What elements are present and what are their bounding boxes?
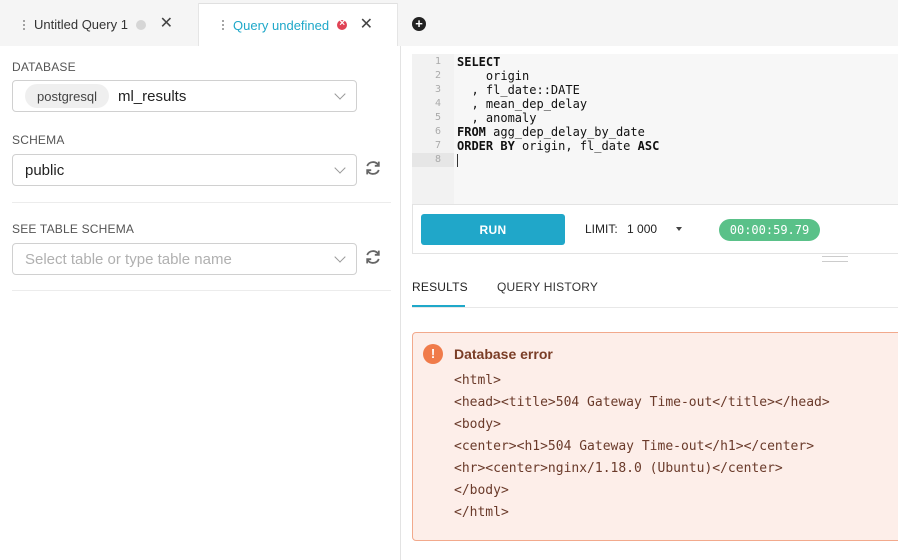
- tab-divider: [397, 3, 398, 46]
- caret-down-icon[interactable]: [676, 227, 682, 231]
- refresh-tables-icon[interactable]: [363, 247, 383, 267]
- schema-label: SCHEMA: [12, 133, 65, 147]
- line-number: 8: [412, 153, 454, 167]
- error-line: </body>: [454, 483, 509, 498]
- sql-keyword: SELECT: [457, 55, 501, 69]
- database-select[interactable]: postgresql ml_results: [12, 80, 357, 112]
- error-title: Database error: [454, 346, 553, 362]
- line-number: 4: [434, 98, 441, 109]
- drag-handle-icon[interactable]: [20, 19, 28, 30]
- tab-results[interactable]: RESULTS: [412, 280, 468, 307]
- query-timer: 00:00:59.79: [719, 219, 820, 241]
- sql-token: , mean_dep_delay: [457, 97, 588, 111]
- sql-token: , anomaly: [457, 111, 537, 125]
- sql-token: agg_dep_delay_by_date: [485, 125, 645, 139]
- line-number: 1: [434, 56, 441, 67]
- code-line: FROM agg_dep_delay_by_date: [457, 125, 659, 139]
- sql-token: origin, fl_date: [514, 139, 638, 153]
- error-message: <html> <head><title>504 Gateway Time-out…: [454, 370, 830, 524]
- line-number: 7: [434, 140, 441, 151]
- database-label: DATABASE: [12, 60, 76, 74]
- tab-title: Untitled Query 1: [34, 17, 128, 32]
- schema-value: public: [25, 161, 65, 179]
- error-line: <hr><center>nginx/1.18.0 (Ubuntu)</cente…: [454, 461, 783, 476]
- error-line: <head><title>504 Gateway Time-out</title…: [454, 395, 830, 410]
- close-tab-icon[interactable]: ✕: [160, 15, 173, 33]
- database-name: ml_results: [117, 87, 187, 105]
- divider: [12, 202, 391, 203]
- query-toolbar: RUN LIMIT: 1 000 00:00:59.79: [412, 204, 898, 254]
- line-number: 6: [434, 126, 441, 137]
- code-line: ORDER BY origin, fl_date ASC: [457, 139, 659, 153]
- sql-keyword: FROM: [457, 125, 486, 139]
- code-line: SELECT: [457, 55, 659, 69]
- sql-token: origin: [457, 69, 530, 83]
- limit-label: LIMIT:: [585, 222, 618, 236]
- sql-lab-left-panel: DATABASE postgresql ml_results SCHEMA pu…: [0, 46, 401, 560]
- status-dot-icon: [135, 19, 146, 30]
- line-number: 3: [434, 84, 441, 95]
- tab-query-history[interactable]: QUERY HISTORY: [497, 280, 598, 294]
- line-number: 2: [434, 70, 441, 81]
- divider: [12, 290, 391, 291]
- limit-value: 1 000: [627, 222, 658, 236]
- table-select[interactable]: Select table or type table name: [12, 243, 357, 275]
- error-line: <body>: [454, 417, 501, 432]
- sql-keyword: ASC: [637, 139, 660, 153]
- chevron-down-icon: [334, 251, 346, 263]
- code-line: , fl_date::DATE: [457, 83, 659, 97]
- query-tab-bar: Untitled Query 1 ✕ Query undefined ✕ +: [0, 0, 898, 46]
- close-tab-icon[interactable]: ✕: [360, 16, 373, 34]
- drag-handle-icon[interactable]: [219, 20, 227, 30]
- tab-query-undefined[interactable]: Query undefined ✕: [199, 3, 397, 46]
- database-engine-badge: postgresql: [25, 84, 109, 108]
- sql-code[interactable]: SELECT origin , fl_date::DATE , mean_dep…: [457, 55, 659, 167]
- sql-keyword: ORDER BY: [457, 139, 515, 153]
- tab-title: Query undefined: [233, 17, 330, 33]
- error-line: <center><h1>504 Gateway Time-out</h1></c…: [454, 439, 815, 454]
- code-line: , anomaly: [457, 111, 659, 125]
- error-line: <html>: [454, 373, 501, 388]
- exclamation-icon: !: [423, 344, 443, 364]
- line-number: 5: [434, 112, 441, 123]
- code-line: [457, 153, 659, 167]
- code-line: origin: [457, 69, 659, 83]
- resize-handle[interactable]: [822, 256, 848, 262]
- error-line: </html>: [454, 505, 509, 520]
- database-error-alert: ! Database error <html> <head><title>504…: [412, 332, 898, 541]
- chevron-down-icon: [334, 88, 346, 100]
- limit-dropdown[interactable]: LIMIT: 1 000: [585, 222, 657, 236]
- code-line: , mean_dep_delay: [457, 97, 659, 111]
- table-select-placeholder: Select table or type table name: [25, 250, 232, 268]
- refresh-schema-icon[interactable]: [363, 158, 383, 178]
- text-cursor: [457, 154, 458, 167]
- line-number-gutter: 1 2 3 4 5 6 7 8: [412, 54, 454, 204]
- run-button[interactable]: RUN: [421, 214, 565, 245]
- sql-editor[interactable]: 12345678 SELECT origin , fl_date::DATE ,…: [412, 54, 898, 204]
- sql-token: , fl_date::DATE: [457, 83, 580, 97]
- schema-select[interactable]: public: [12, 154, 357, 186]
- error-status-icon: [337, 17, 348, 31]
- results-tabs: RESULTS QUERY HISTORY: [412, 274, 898, 308]
- chevron-down-icon: [334, 162, 346, 174]
- add-tab-icon[interactable]: +: [412, 17, 426, 31]
- tab-untitled-query-1[interactable]: Untitled Query 1 ✕: [0, 3, 197, 46]
- table-schema-label: SEE TABLE SCHEMA: [12, 222, 135, 236]
